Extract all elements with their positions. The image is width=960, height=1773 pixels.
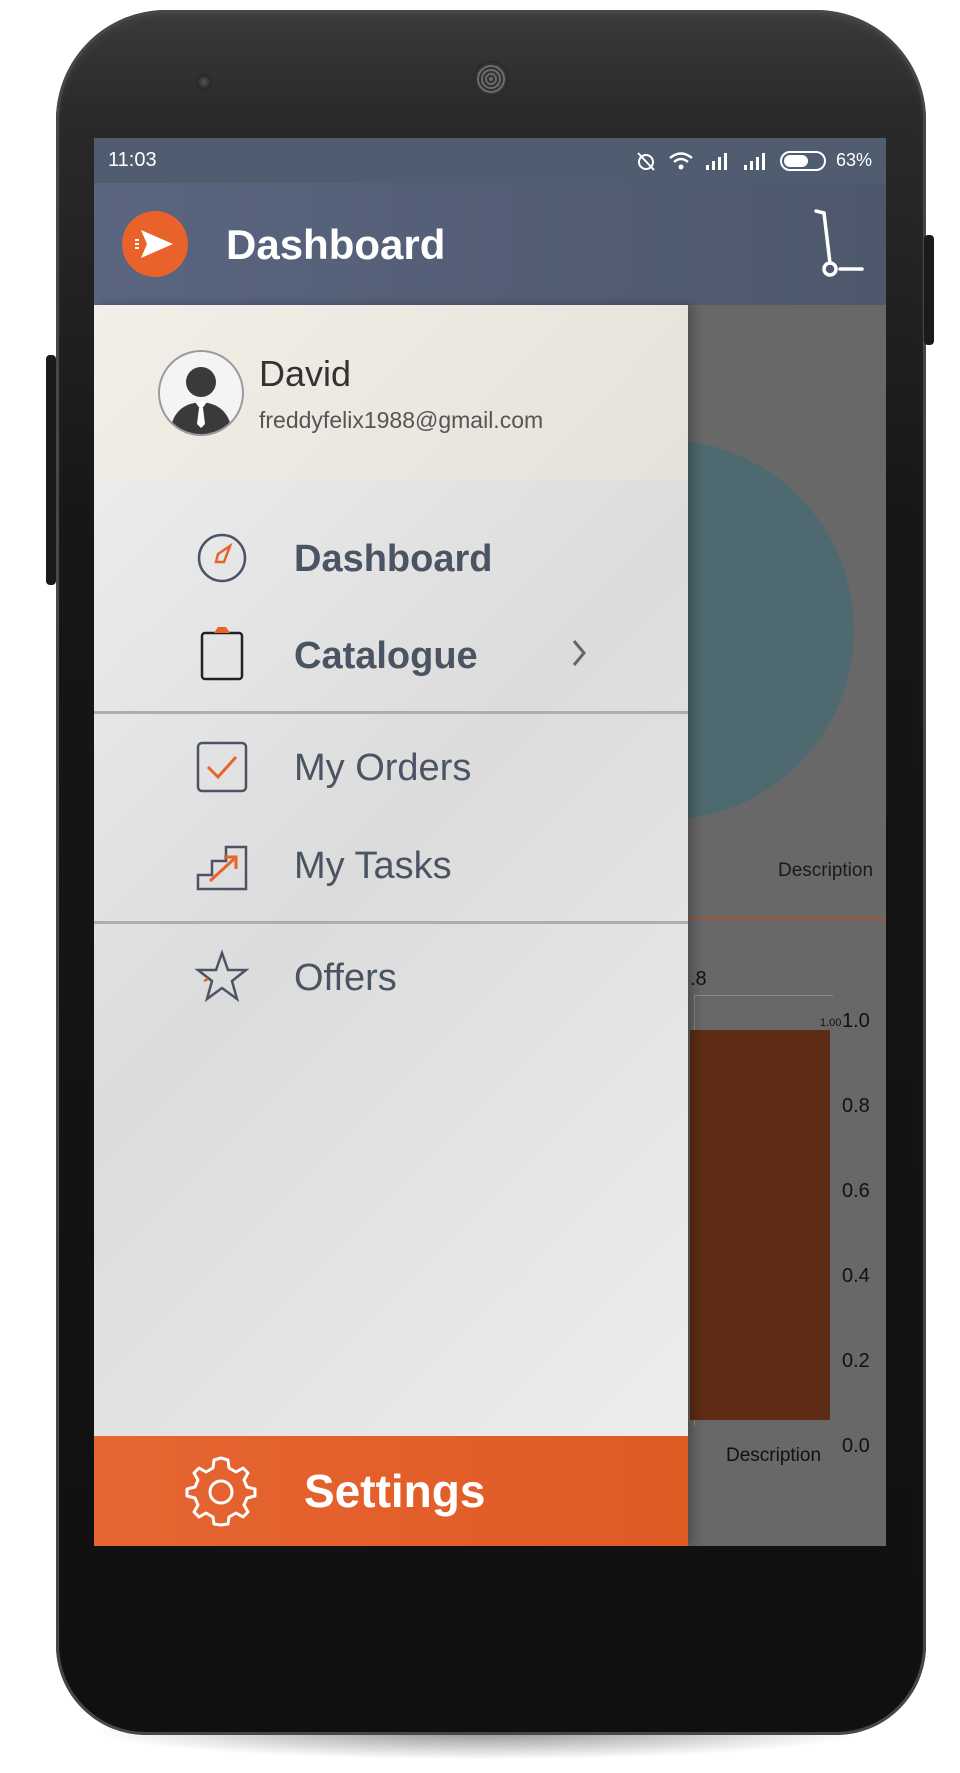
- menu-label: Catalogue: [294, 635, 478, 677]
- battery-icon: [779, 150, 826, 171]
- status-bar: 11:03 63%: [94, 138, 886, 183]
- bar-chart-partial-label: .8: [690, 968, 707, 990]
- avatar[interactable]: [158, 350, 244, 436]
- menu-item-my-tasks[interactable]: My Tasks: [94, 815, 688, 915]
- menu-item-catalogue[interactable]: Catalogue: [94, 605, 688, 705]
- paper-plane-icon[interactable]: [122, 211, 188, 277]
- app-bar: Dashboard: [94, 183, 886, 305]
- menu-label: Offers: [294, 957, 397, 999]
- axis-tick-label: 0.0: [842, 1435, 870, 1457]
- menu-label: My Tasks: [294, 845, 452, 887]
- chevron-right-icon: [572, 640, 586, 666]
- power-button: [46, 355, 56, 585]
- wifi-icon: [669, 151, 693, 169]
- menu-label: My Orders: [294, 747, 472, 789]
- axis-tick-label: 0.2: [842, 1350, 870, 1372]
- menu-item-dashboard[interactable]: Dashboard: [94, 508, 688, 608]
- status-time: 11:03: [108, 149, 157, 171]
- signal-icon: [705, 152, 727, 170]
- alarm-off-icon: [637, 151, 655, 171]
- status-icons: 63%: [634, 149, 872, 173]
- menu-item-my-orders[interactable]: My Orders: [94, 717, 688, 817]
- user-email: freddyfelix1988@gmail.com: [259, 407, 544, 433]
- earpiece-speaker: [475, 63, 507, 95]
- screen: Description .8 1.00 1.0 0.8 0.6 0.4 0.2 …: [94, 138, 886, 1546]
- navigation-drawer: David freddyfelix1988@gmail.com Dashboar…: [94, 305, 688, 1546]
- gear-icon: [185, 1456, 257, 1527]
- bar-chart-description-label: Description: [726, 1445, 822, 1466]
- signal-icon: [743, 152, 765, 170]
- settings-button[interactable]: Settings: [94, 1436, 688, 1546]
- drawer-header: David freddyfelix1988@gmail.com: [94, 305, 688, 480]
- battery-percent: 63%: [835, 150, 872, 170]
- user-silhouette-icon: [170, 367, 232, 434]
- menu-label: Dashboard: [294, 538, 493, 580]
- checkbox-icon: [196, 741, 248, 793]
- clipboard-icon: [200, 627, 244, 681]
- star-icon: [194, 949, 250, 1003]
- bar-chart-bar: [690, 1030, 830, 1420]
- volume-button: [924, 235, 934, 345]
- axis-tick-label: 1.0: [842, 1010, 870, 1032]
- settings-label: Settings: [304, 1465, 486, 1517]
- axis-tick-label: 0.6: [842, 1180, 870, 1202]
- hand-truck-icon[interactable]: [808, 205, 868, 285]
- axis-tick-label: 0.4: [842, 1265, 870, 1287]
- chart-description-label: Description: [778, 860, 874, 881]
- bar-value-label: 1.00: [820, 1017, 842, 1029]
- page-title: Dashboard: [226, 221, 446, 268]
- user-name: David: [259, 353, 352, 394]
- axis-tick-label: 0.8: [842, 1095, 870, 1117]
- compass-icon: [197, 533, 247, 583]
- menu-item-offers[interactable]: Offers: [94, 927, 688, 1027]
- stairs-arrow-icon: [196, 845, 248, 891]
- front-camera: [196, 74, 212, 90]
- menu-divider: [94, 711, 688, 714]
- menu-divider: [94, 921, 688, 924]
